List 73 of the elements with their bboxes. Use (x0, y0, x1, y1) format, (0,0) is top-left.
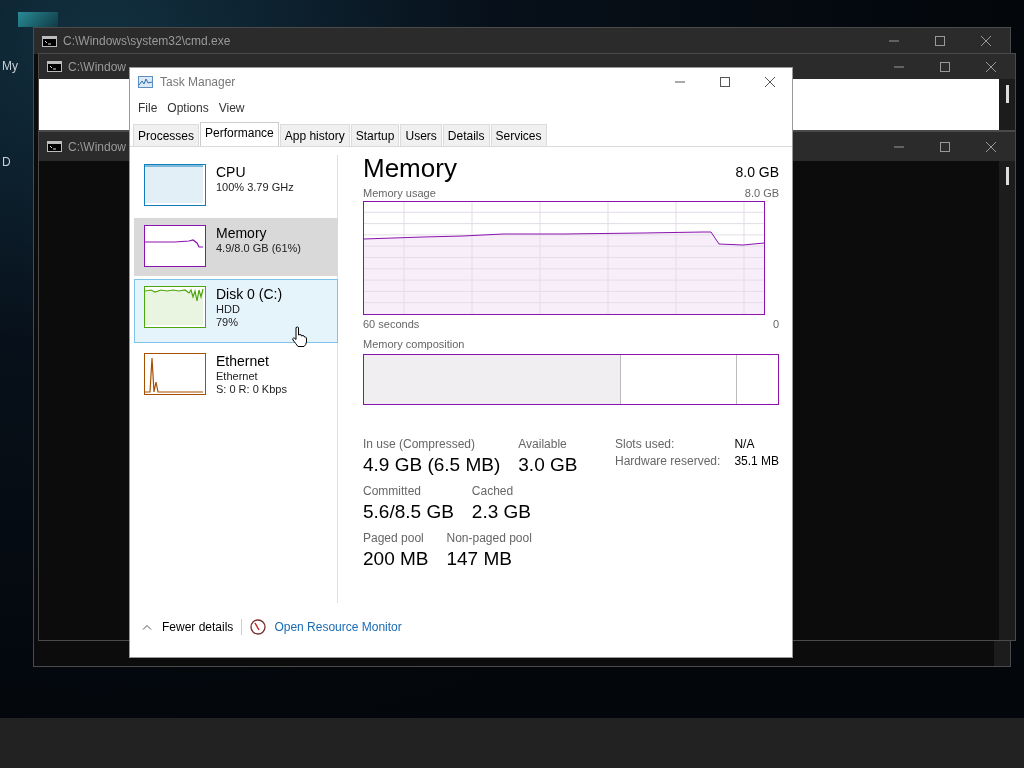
stat-label: Hardware reserved: (615, 454, 721, 468)
scrollbar-thumb[interactable] (1005, 167, 1009, 185)
desktop-icon[interactable] (18, 12, 58, 27)
desktop-icon-label[interactable]: D (2, 155, 11, 169)
close-icon[interactable] (985, 140, 997, 153)
graph-max-label: 8.0 GB (744, 187, 780, 199)
stat-value: 3.0 GB (518, 454, 578, 476)
resource-stat: 4.9/8.0 GB (61%) (216, 242, 301, 254)
stat-value: 5.6/8.5 GB (363, 501, 454, 523)
stat-label: Non-paged pool (446, 531, 532, 545)
stat-label: Committed (363, 484, 422, 498)
stat-label: Available (518, 437, 568, 451)
resource-stat: 79% (216, 316, 240, 328)
close-icon[interactable] (764, 76, 776, 88)
resource-item[interactable]: Disk 0 (C:) HDD 79% (134, 279, 338, 343)
tab[interactable]: Performance (200, 122, 279, 146)
chevron-up-icon (142, 624, 152, 630)
stat-label: Slots used: (615, 437, 676, 451)
resource-stat: 100% 3.79 GHz (216, 181, 294, 193)
resource-monitor-link[interactable]: Open Resource Monitor (274, 620, 402, 634)
stat-value: 35.1 MB (734, 454, 780, 468)
axis-end-label: 0 (772, 318, 780, 330)
menu-item[interactable]: File (134, 101, 162, 115)
close-icon[interactable] (985, 60, 997, 73)
maximize-icon[interactable] (939, 60, 951, 73)
menu-item[interactable]: Options (163, 101, 213, 115)
resource-title: Memory (363, 153, 457, 184)
window-title: C:\Windows\system32\cmd.exe (63, 34, 231, 48)
hand-cursor-icon (291, 326, 307, 348)
window-title: C:\Window (68, 59, 126, 74)
close-icon[interactable] (980, 35, 992, 47)
maximize-icon[interactable] (939, 140, 951, 153)
total-memory: 8.0 GB (735, 164, 780, 180)
stat-label: Paged pool (363, 531, 425, 545)
menu-item[interactable]: View (214, 101, 249, 115)
time-span-label: 60 seconds (363, 318, 420, 330)
stat-label: In use (Compressed) (363, 437, 477, 451)
graph-label: Memory composition (363, 338, 466, 350)
tab[interactable]: Processes (133, 124, 200, 146)
window-title: Task Manager (160, 75, 236, 89)
tab[interactable]: App history (279, 124, 350, 146)
scrollbar-thumb[interactable] (1005, 85, 1009, 103)
fewer-details-button[interactable]: Fewer details (142, 620, 234, 634)
window-title: C:\Window (68, 139, 126, 154)
resource-stat: HDD (216, 303, 241, 315)
stat-value: 200 MB (363, 548, 429, 570)
app-icon (138, 76, 153, 88)
desktop-icon-label[interactable]: My (2, 59, 18, 73)
graph-label: Memory usage (363, 187, 436, 199)
resource-name: Memory (216, 225, 268, 241)
stat-value: 147 MB (446, 548, 513, 570)
stat-value: 2.3 GB (471, 501, 531, 523)
resource-stat: Ethernet (216, 370, 259, 382)
resource-item[interactable]: Ethernet Ethernet S: 0 R: 0 Kbps (134, 346, 338, 404)
console-icon (47, 61, 62, 72)
resource-stat: S: 0 R: 0 Kbps (216, 383, 287, 395)
resource-name: Disk 0 (C:) (216, 286, 283, 302)
tab[interactable]: Services (490, 124, 547, 146)
maximize-icon[interactable] (719, 76, 731, 88)
resource-item[interactable]: Memory 4.9/8.0 GB (61%) (134, 218, 338, 276)
gauge-icon (250, 619, 267, 635)
stat-label: Cached (471, 484, 515, 498)
maximize-icon[interactable] (934, 35, 946, 47)
console-icon (42, 35, 57, 47)
tab[interactable]: Details (442, 124, 490, 146)
resource-name: Ethernet (216, 353, 270, 369)
console-icon (47, 141, 62, 152)
tab[interactable]: Users (400, 124, 442, 146)
stat-value: 4.9 GB (6.5 MB) (363, 454, 501, 476)
resource-name: CPU (216, 164, 247, 180)
resource-item[interactable]: CPU 100% 3.79 GHz (134, 157, 338, 215)
tab[interactable]: Startup (350, 124, 400, 146)
stat-value: N/A (734, 437, 756, 451)
